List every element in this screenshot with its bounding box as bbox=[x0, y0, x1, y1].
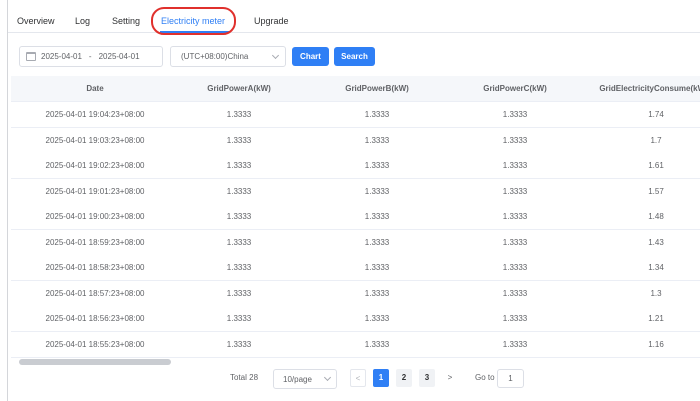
table-row[interactable]: 2025-04-01 18:59:23+08:00 1.3333 1.3333 1.3… bbox=[11, 229, 700, 256]
column-header-date[interactable]: Date bbox=[11, 76, 179, 102]
next-page-button[interactable]: > bbox=[442, 369, 458, 387]
cell-grid-electricity-consume: 1.7 bbox=[650, 135, 662, 145]
cell-date: 2025-04-01 19:00:23+08:00 bbox=[45, 212, 145, 221]
table-row[interactable]: 2025-04-01 19:04:23+08:00 1.3333 1.3333 1.3… bbox=[11, 102, 700, 128]
table-row[interactable]: 2025-04-01 18:56:23+08:00 1.3333 1.3333 1.3… bbox=[11, 306, 700, 332]
date-end: 2025-04-01 bbox=[98, 52, 140, 61]
tab-bar: Overview Log Setting Electricity meter U… bbox=[8, 0, 700, 35]
tab-upgrade[interactable]: Upgrade bbox=[254, 0, 289, 33]
filter-toolbar: 2025-04-01 - 2025-04-01 (UTC+08:00)China… bbox=[8, 44, 700, 68]
cell-date: 2025-04-01 18:57:23+08:00 bbox=[45, 288, 145, 298]
chevron-down-icon bbox=[271, 51, 280, 59]
cell-date: 2025-04-01 18:59:23+08:00 bbox=[45, 237, 145, 247]
table-row[interactable]: 2025-04-01 19:03:23+08:00 1.3333 1.3333 1.3… bbox=[11, 127, 700, 154]
date-start: 2025-04-01 bbox=[41, 52, 82, 61]
page-size-select[interactable]: 10/page bbox=[273, 369, 337, 389]
cell-grid-electricity-consume: 1.74 bbox=[648, 110, 664, 119]
table-row[interactable]: 2025-04-01 19:01:23+08:00 1.3333 1.3333 1.3… bbox=[11, 178, 700, 205]
page-size-value: 10/page bbox=[283, 374, 312, 384]
table-row[interactable]: 2025-04-01 19:00:23+08:00 1.3333 1.3333 1.3… bbox=[11, 204, 700, 230]
data-table: Date GridPowerA(kW) GridPowerB(kW) GridP… bbox=[11, 76, 700, 358]
page-button-2[interactable]: 2 bbox=[396, 369, 412, 387]
table-row[interactable]: 2025-04-01 19:02:23+08:00 1.3333 1.3333 1.3… bbox=[11, 153, 700, 179]
tab-electricity-meter[interactable]: Electricity meter bbox=[161, 0, 225, 33]
horizontal-scrollbar[interactable] bbox=[19, 359, 171, 365]
timezone-value: (UTC+08:00)China bbox=[181, 52, 249, 61]
tab-log[interactable]: Log bbox=[75, 0, 90, 33]
cell-date: 2025-04-01 19:01:23+08:00 bbox=[45, 186, 145, 196]
total-count: Total 28 bbox=[230, 373, 259, 382]
app-window: Overview Log Setting Electricity meter U… bbox=[7, 0, 700, 401]
chart-button[interactable]: Chart bbox=[292, 47, 329, 66]
active-tab-indicator bbox=[160, 31, 230, 33]
cell-date: 2025-04-01 19:02:23+08:00 bbox=[45, 161, 145, 170]
tab-setting[interactable]: Setting bbox=[112, 0, 140, 33]
goto-label: Go to bbox=[475, 373, 495, 382]
pagination: Total 28 10/page < 1 2 3 > Go to 1 bbox=[8, 368, 700, 389]
search-button[interactable]: Search bbox=[334, 47, 375, 66]
goto-page-input[interactable]: 1 bbox=[497, 369, 524, 388]
cell-grid-electricity-consume: 1.21 bbox=[648, 314, 664, 323]
table-row[interactable]: 2025-04-01 18:55:23+08:00 1.3333 1.3333 1.3… bbox=[11, 331, 700, 358]
chevron-down-icon bbox=[323, 373, 332, 382]
cell-grid-electricity-consume: 1.61 bbox=[648, 161, 664, 170]
cell-date: 2025-04-01 19:04:23+08:00 bbox=[45, 110, 145, 119]
calendar-icon bbox=[26, 52, 36, 61]
page-button-1[interactable]: 1 bbox=[373, 369, 389, 387]
table-row[interactable]: 2025-04-01 18:57:23+08:00 1.3333 1.3333 1.3… bbox=[11, 280, 700, 307]
cell-grid-electricity-consume: 1.48 bbox=[648, 212, 664, 221]
cell-grid-electricity-consume: 1.43 bbox=[648, 237, 664, 247]
cell-grid-electricity-consume: 1.3 bbox=[650, 288, 662, 298]
table-header: Date GridPowerA(kW) GridPowerB(kW) GridP… bbox=[11, 76, 700, 102]
date-range-picker[interactable]: 2025-04-01 - 2025-04-01 bbox=[19, 46, 163, 67]
cell-date: 2025-04-01 19:03:23+08:00 bbox=[45, 135, 145, 145]
cell-grid-electricity-consume: 1.34 bbox=[648, 263, 664, 272]
tab-overview[interactable]: Overview bbox=[17, 0, 55, 33]
cell-date: 2025-04-01 18:58:23+08:00 bbox=[45, 263, 145, 272]
timezone-select[interactable]: (UTC+08:00)China bbox=[170, 46, 286, 67]
cell-date: 2025-04-01 18:56:23+08:00 bbox=[45, 314, 145, 323]
table-row[interactable]: 2025-04-01 18:58:23+08:00 1.3333 1.3333 1.3… bbox=[11, 255, 700, 281]
cell-grid-electricity-consume: 1.57 bbox=[648, 186, 664, 196]
column-header-grid-electricity-consume[interactable]: GridElectricityConsume(kWh) bbox=[571, 76, 700, 102]
cell-date: 2025-04-01 18:55:23+08:00 bbox=[45, 339, 145, 349]
page-button-3[interactable]: 3 bbox=[419, 369, 435, 387]
cell-grid-electricity-consume: 1.16 bbox=[648, 339, 664, 349]
prev-page-button[interactable]: < bbox=[350, 369, 366, 387]
date-separator: - bbox=[88, 52, 92, 61]
